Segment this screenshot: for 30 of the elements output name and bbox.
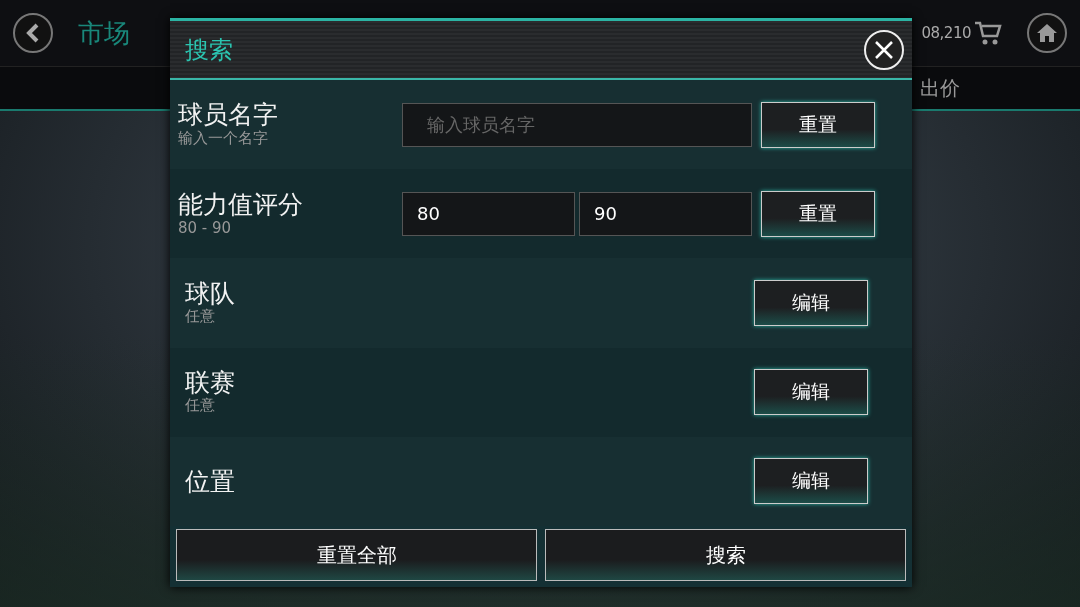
edit-button[interactable]: 编辑 xyxy=(754,458,868,505)
search-button[interactable]: 搜索 xyxy=(545,529,906,581)
screen-title: 市场 xyxy=(78,16,130,50)
max-rating-field[interactable]: 90 xyxy=(579,191,752,236)
cart-icon xyxy=(974,20,1002,46)
filter-label: 能力值评分 xyxy=(178,191,304,219)
close-button[interactable] xyxy=(864,29,904,70)
reset-button[interactable]: 重置 xyxy=(761,190,875,237)
coin-balance: 08,210 xyxy=(921,24,971,42)
edit-button[interactable]: 编辑 xyxy=(754,280,868,326)
dialog-title: 搜索 xyxy=(185,34,233,66)
edit-button[interactable]: 编辑 xyxy=(754,369,868,416)
reset-all-button[interactable]: 重置全部 xyxy=(176,529,537,581)
filter-label: 球队 xyxy=(185,279,236,308)
min-rating-field[interactable]: 80 xyxy=(402,191,575,236)
filter-value: 输入一个名字 xyxy=(178,128,269,148)
filter-label: 球员名字 xyxy=(178,101,279,129)
filter-label: 位置 xyxy=(185,467,236,496)
filter-value: 80 - 90 xyxy=(178,218,233,237)
home-icon xyxy=(1036,23,1058,43)
back-button[interactable] xyxy=(13,13,53,53)
player-name-field[interactable]: 输入球员名字 xyxy=(402,102,752,147)
filter-label: 联赛 xyxy=(185,368,236,397)
filter-value: 任意 xyxy=(185,307,216,327)
back-chevron-icon xyxy=(25,23,41,43)
reset-button[interactable]: 重置 xyxy=(761,101,875,148)
filter-value: 任意 xyxy=(185,396,216,416)
home-button[interactable] xyxy=(1027,13,1067,53)
tab[interactable]: 出价 xyxy=(910,74,1080,102)
close-icon xyxy=(874,39,894,60)
